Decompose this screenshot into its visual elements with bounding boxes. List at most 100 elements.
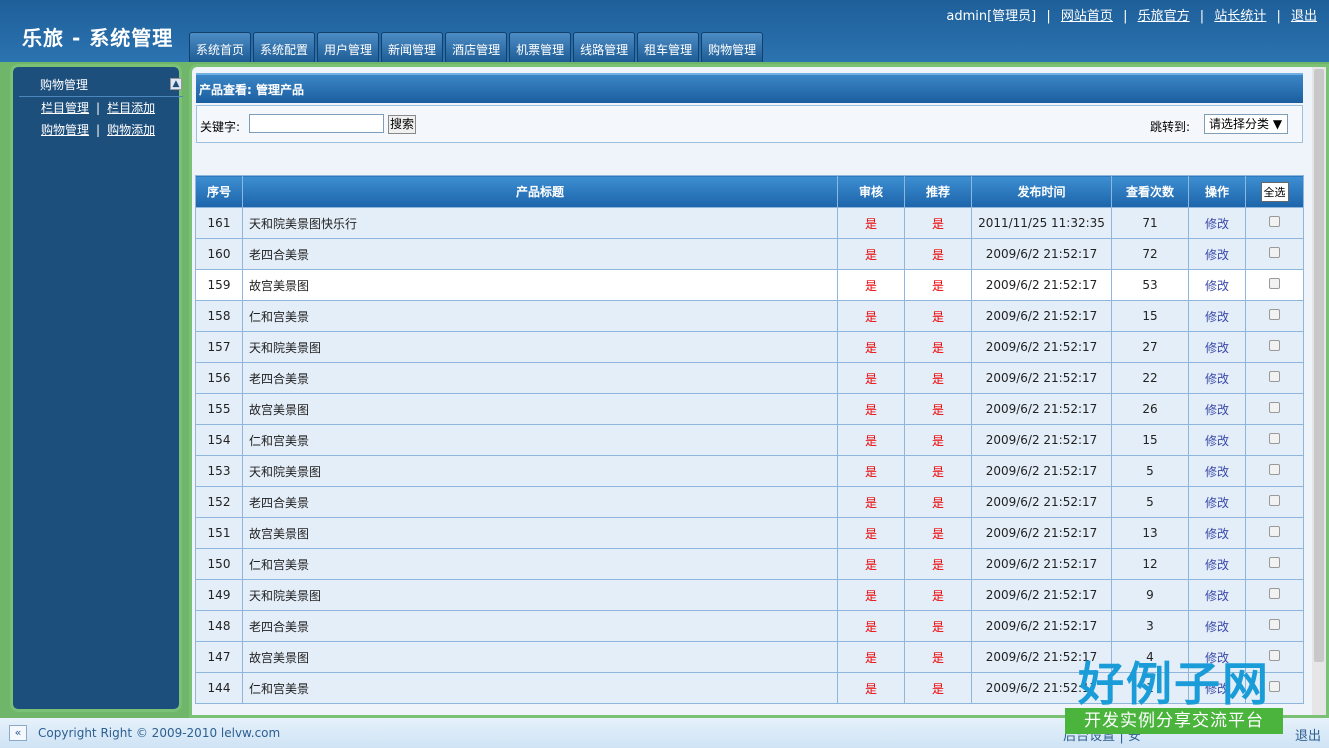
row-time: 2009/6/2 21:52:17: [971, 238, 1112, 270]
badge-subtitle: 开发实例分享交流平台: [1065, 708, 1283, 734]
row-checkbox[interactable]: [1269, 278, 1280, 289]
row-checkbox[interactable]: [1269, 526, 1280, 537]
row-views: 15: [1111, 300, 1189, 332]
tab-hotel-management[interactable]: 酒店管理: [445, 32, 508, 62]
table-row: 160 老四合美景是是 2009/6/2 21:52:17 72 修改: [195, 238, 1304, 270]
row-checkbox[interactable]: [1269, 247, 1280, 258]
badge-title: 好例子网: [1078, 657, 1270, 711]
top-header: 乐旅 - 系统管理 admin[管理员] | 网站首页 | 乐旅官方 | 站长统…: [0, 0, 1329, 62]
edit-link[interactable]: 修改: [1188, 517, 1246, 549]
stats-link[interactable]: 站长统计: [1214, 9, 1266, 24]
sidebar-item-category-add[interactable]: 栏目添加: [107, 101, 155, 115]
keyword-input[interactable]: [249, 114, 384, 133]
search-bar: 关键字: 搜索 跳转到: 请选择分类 ▼: [196, 105, 1303, 143]
edit-link[interactable]: 修改: [1188, 238, 1246, 270]
edit-link[interactable]: 修改: [1188, 579, 1246, 611]
row-recommend: 是: [904, 300, 972, 332]
row-views: 71: [1111, 207, 1189, 239]
edit-link[interactable]: 修改: [1188, 455, 1246, 487]
sidebar-item-shopping-manage[interactable]: 购物管理: [41, 123, 89, 137]
row-checkbox[interactable]: [1269, 464, 1280, 475]
edit-link[interactable]: 修改: [1188, 269, 1246, 301]
edit-link[interactable]: 修改: [1188, 207, 1246, 239]
sidebar-item-shopping-add[interactable]: 购物添加: [107, 123, 155, 137]
edit-link[interactable]: 修改: [1188, 424, 1246, 456]
category-select[interactable]: 请选择分类 ▼: [1204, 114, 1288, 134]
row-id: 160: [195, 238, 243, 270]
footer-logout-link[interactable]: 退出: [1295, 729, 1321, 744]
tab-route-management[interactable]: 线路管理: [573, 32, 636, 62]
tab-system-home[interactable]: 系统首页: [189, 32, 252, 62]
tab-ticket-management[interactable]: 机票管理: [509, 32, 572, 62]
row-time: 2009/6/2 21:52:17: [971, 331, 1112, 363]
table-row: 158 仁和宫美景是是 2009/6/2 21:52:17 15 修改: [195, 300, 1304, 332]
row-checkbox-cell: [1245, 548, 1304, 580]
edit-link[interactable]: 修改: [1188, 362, 1246, 394]
row-id: 152: [195, 486, 243, 518]
edit-link[interactable]: 修改: [1188, 548, 1246, 580]
tab-system-config[interactable]: 系统配置: [253, 32, 316, 62]
row-views: 3: [1111, 610, 1189, 642]
scrollbar-thumb[interactable]: [1314, 69, 1324, 662]
row-checkbox-cell: [1245, 362, 1304, 394]
collapse-sidebar-icon[interactable]: «: [9, 725, 27, 741]
row-time: 2009/6/2 21:52:17: [971, 269, 1112, 301]
select-all-button[interactable]: 全选: [1260, 181, 1289, 202]
site-home-link[interactable]: 网站首页: [1061, 9, 1113, 24]
row-time: 2009/6/2 21:52:17: [971, 579, 1112, 611]
row-audit: 是: [837, 362, 905, 394]
row-title: 仁和宫美景: [242, 548, 838, 580]
row-checkbox[interactable]: [1269, 371, 1280, 382]
row-title: 天和院美景图快乐行: [242, 207, 838, 239]
search-button[interactable]: 搜索: [388, 115, 416, 134]
row-views: 27: [1111, 331, 1189, 363]
tab-shopping-management[interactable]: 购物管理: [701, 32, 764, 62]
row-checkbox[interactable]: [1269, 557, 1280, 568]
row-checkbox[interactable]: [1269, 340, 1280, 351]
row-title: 老四合美景: [242, 610, 838, 642]
edit-link[interactable]: 修改: [1188, 486, 1246, 518]
row-checkbox[interactable]: [1269, 495, 1280, 506]
row-checkbox[interactable]: [1269, 216, 1280, 227]
sidebar-item-category-manage[interactable]: 栏目管理: [41, 101, 89, 115]
row-audit: 是: [837, 269, 905, 301]
row-recommend: 是: [904, 424, 972, 456]
edit-link[interactable]: 修改: [1188, 331, 1246, 363]
row-title: 天和院美景图: [242, 455, 838, 487]
column-header: 操作: [1188, 175, 1246, 208]
official-site-link[interactable]: 乐旅官方: [1138, 9, 1190, 24]
row-checkbox-cell: [1245, 393, 1304, 425]
tab-news-management[interactable]: 新闻管理: [381, 32, 444, 62]
row-time: 2009/6/2 21:52:17: [971, 362, 1112, 394]
edit-link[interactable]: 修改: [1188, 610, 1246, 642]
row-views: 15: [1111, 424, 1189, 456]
edit-link[interactable]: 修改: [1188, 393, 1246, 425]
row-audit: 是: [837, 455, 905, 487]
row-audit: 是: [837, 517, 905, 549]
row-checkbox[interactable]: [1269, 309, 1280, 320]
row-checkbox[interactable]: [1269, 402, 1280, 413]
row-id: 158: [195, 300, 243, 332]
row-title: 故宫美景图: [242, 641, 838, 673]
logout-link[interactable]: 退出: [1291, 9, 1317, 24]
vertical-scrollbar[interactable]: [1312, 67, 1326, 715]
row-checkbox[interactable]: [1269, 433, 1280, 444]
row-time: 2011/11/25 11:32:35: [971, 207, 1112, 239]
row-checkbox-cell: [1245, 579, 1304, 611]
row-checkbox-cell: [1245, 610, 1304, 642]
row-id: 147: [195, 641, 243, 673]
row-title: 故宫美景图: [242, 517, 838, 549]
row-id: 159: [195, 269, 243, 301]
row-checkbox[interactable]: [1269, 588, 1280, 599]
tab-car-rental-management[interactable]: 租车管理: [637, 32, 700, 62]
row-checkbox[interactable]: [1269, 619, 1280, 630]
tab-user-management[interactable]: 用户管理: [317, 32, 380, 62]
collapse-icon[interactable]: ▲: [170, 78, 182, 90]
edit-link[interactable]: 修改: [1188, 300, 1246, 332]
row-time: 2009/6/2 21:52:17: [971, 610, 1112, 642]
column-header: 发布时间: [971, 175, 1112, 208]
main-nav-tabs: 系统首页 系统配置 用户管理 新闻管理 酒店管理 机票管理 线路管理 租车管理 …: [189, 32, 765, 62]
row-recommend: 是: [904, 641, 972, 673]
table-row: 161 天和院美景图快乐行是是 2011/11/25 11:32:35 71 修改: [195, 207, 1304, 239]
row-audit: 是: [837, 579, 905, 611]
